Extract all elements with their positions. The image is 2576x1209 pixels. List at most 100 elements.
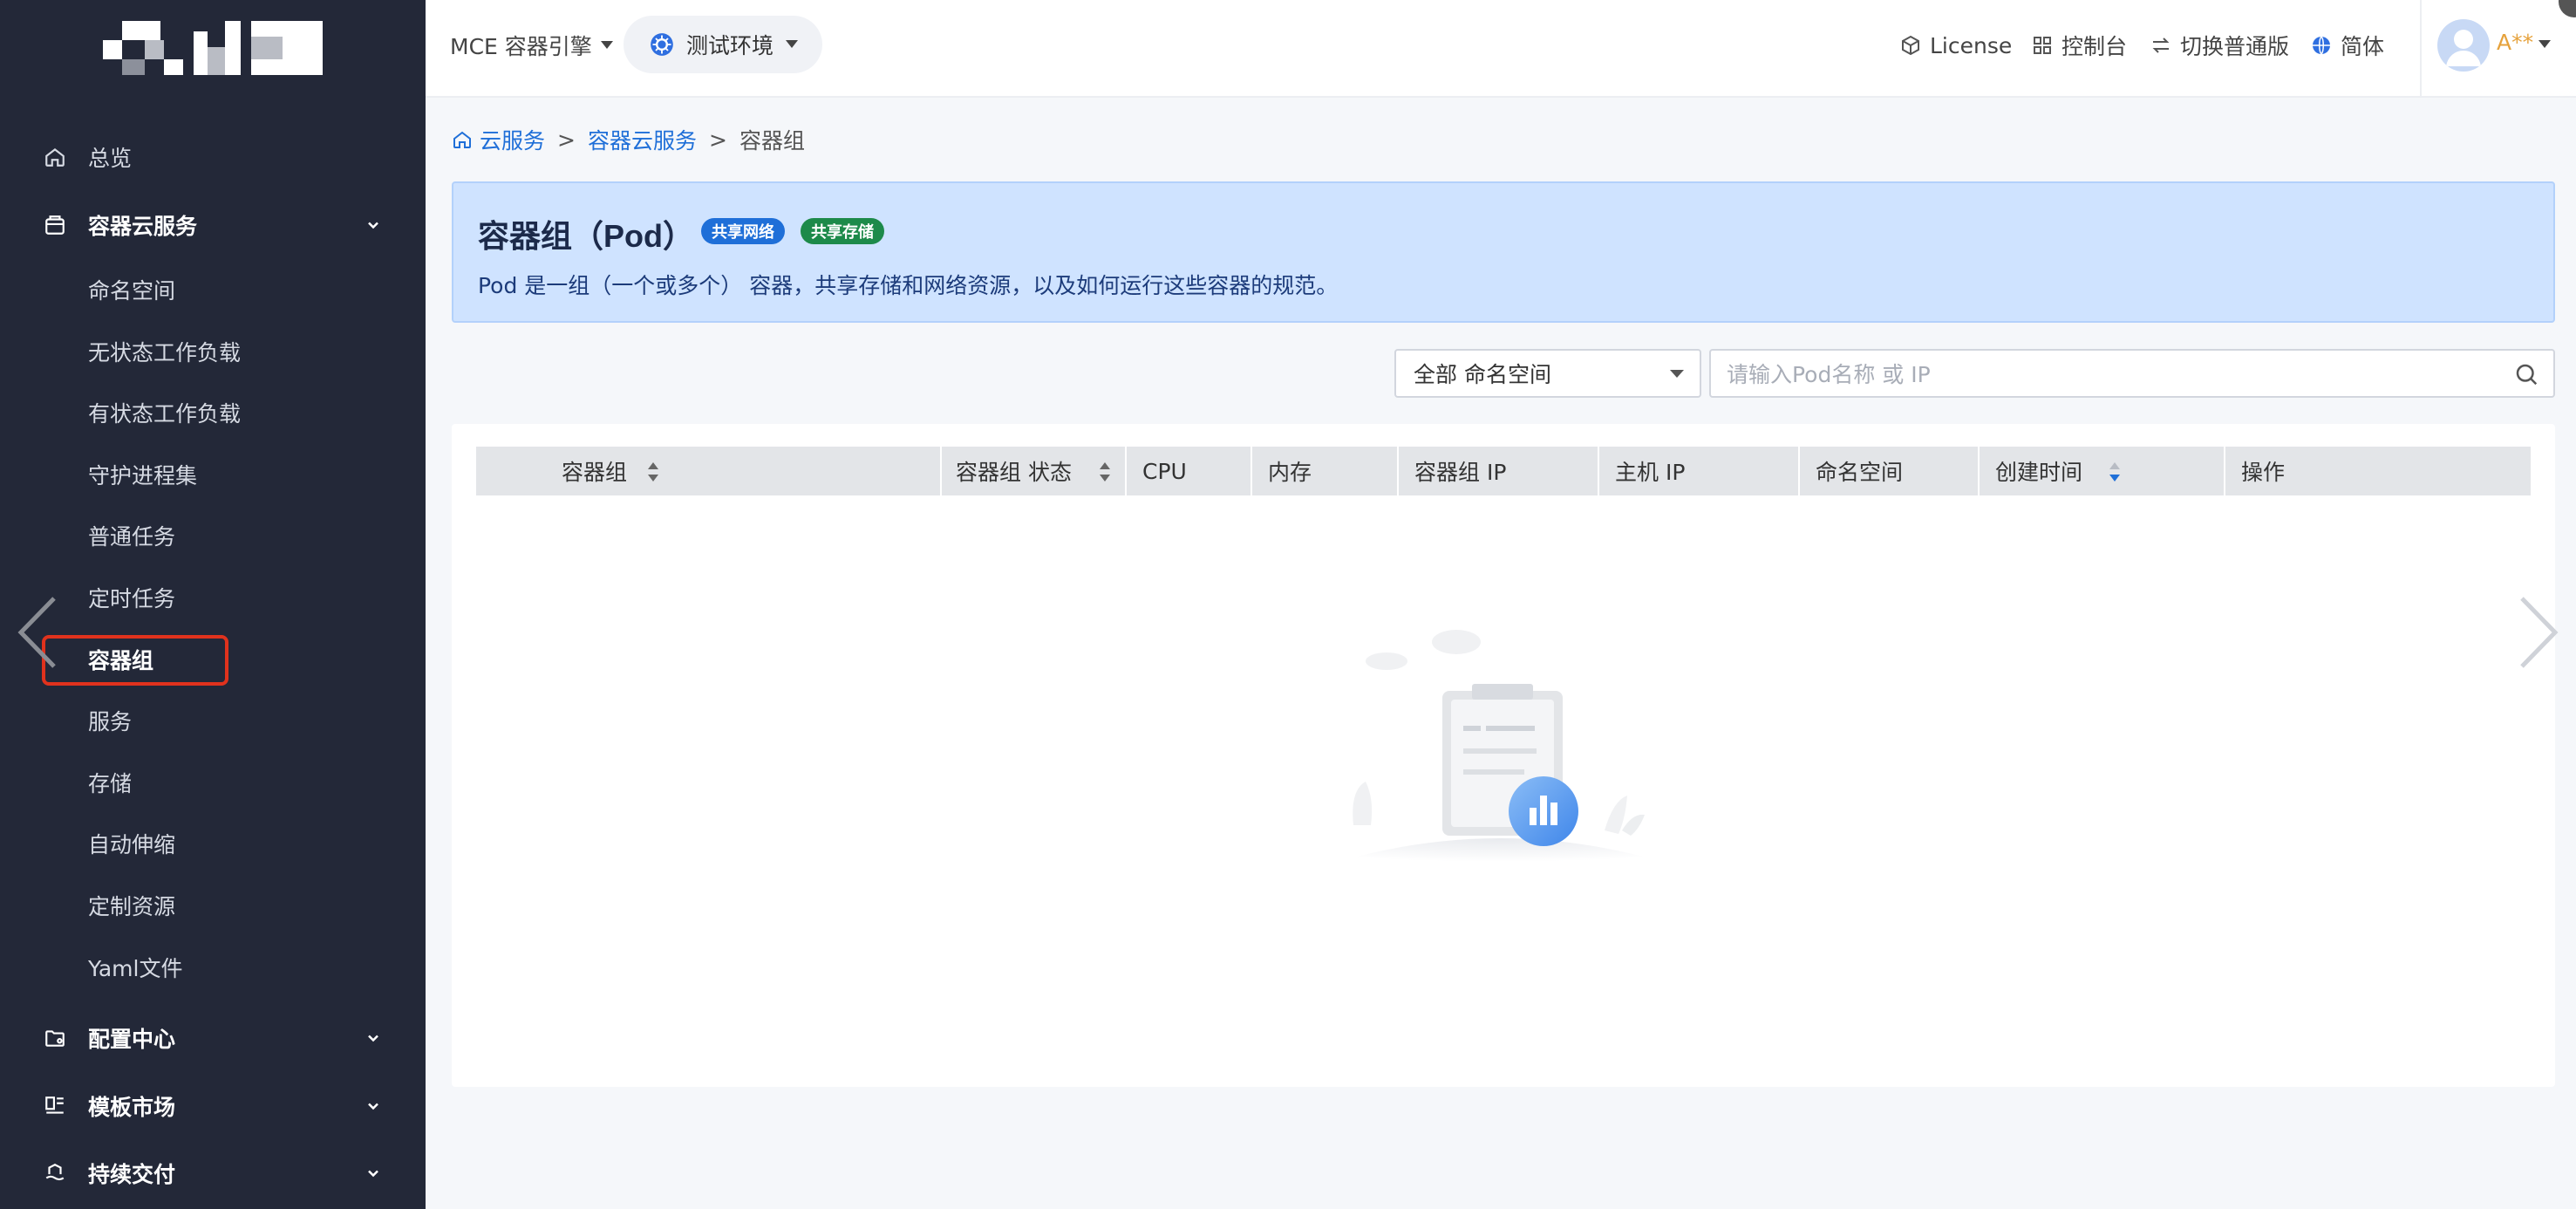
home-icon bbox=[453, 131, 471, 148]
swap-icon bbox=[2152, 38, 2170, 53]
tag-shared-network: 共享网络 bbox=[701, 218, 785, 244]
sidebar-item-label: 容器云服务 bbox=[88, 214, 198, 239]
sidebar-item-label: 持续交付 bbox=[88, 1162, 176, 1187]
column-header-cpu: CPU bbox=[1127, 447, 1252, 495]
close-icon[interactable] bbox=[2559, 0, 2576, 17]
info-banner: 容器组（Pod） 共享网络 共享存储 Pod 是一组（一个或多个） 容器，共享存… bbox=[452, 181, 2555, 323]
sidebar-item-template-market[interactable]: 模板市场 bbox=[0, 1080, 426, 1132]
empty-state-illustration bbox=[1273, 625, 1727, 886]
namespace-select-value: 全部 命名空间 bbox=[1414, 362, 1551, 387]
breadcrumb-separator: > bbox=[557, 126, 576, 153]
chevron-right-icon[interactable] bbox=[2515, 593, 2564, 672]
sidebar-item-continuous-delivery[interactable]: 持续交付 bbox=[0, 1147, 426, 1199]
environment-dropdown[interactable]: 测试环境 bbox=[624, 16, 822, 73]
sort-icon[interactable] bbox=[2109, 461, 2121, 483]
switch-version-link[interactable]: 切换普通版 bbox=[2150, 26, 2289, 65]
caret-down-icon bbox=[1670, 370, 1684, 378]
language-switch[interactable]: 简体 bbox=[2311, 26, 2384, 65]
box-icon bbox=[42, 212, 68, 238]
sidebar-item-container-cloud[interactable]: 容器云服务 bbox=[0, 199, 426, 251]
column-header-actions: 操作 bbox=[2241, 460, 2286, 485]
banner-description: Pod 是一组（一个或多个） 容器，共享存储和网络资源，以及如何运行这些容器的规… bbox=[478, 273, 1339, 298]
sort-icon[interactable] bbox=[647, 461, 659, 483]
user-name: A** bbox=[2497, 30, 2534, 55]
tag-shared-storage: 共享存储 bbox=[801, 218, 884, 244]
sidebar-item-cronjobs[interactable]: 定时任务 bbox=[0, 571, 426, 624]
grid-icon bbox=[2034, 37, 2051, 54]
chevron-down-icon bbox=[363, 1096, 384, 1117]
breadcrumb-current: 容器组 bbox=[739, 128, 805, 154]
sidebar-item-label: 有状态工作负载 bbox=[88, 401, 242, 427]
sidebar-item-label: 配置中心 bbox=[88, 1027, 176, 1052]
sidebar-item-label: 普通任务 bbox=[88, 524, 176, 550]
chevron-down-icon bbox=[363, 1163, 384, 1184]
sidebar-item-label: Yaml文件 bbox=[88, 956, 183, 981]
top-header: MCE 容器引擎 测试环境 License 控制台 切换普通版 简体 A** bbox=[426, 0, 2576, 98]
sidebar-item-label: 定制资源 bbox=[88, 894, 176, 919]
sidebar-item-daemonsets[interactable]: 守护进程集 bbox=[0, 448, 426, 501]
namespace-select[interactable]: 全部 命名空间 bbox=[1394, 349, 1701, 398]
sidebar-item-namespace[interactable]: 命名空间 bbox=[0, 263, 426, 316]
breadcrumb-separator: > bbox=[708, 126, 727, 153]
sort-icon[interactable] bbox=[1099, 461, 1111, 483]
breadcrumb-cloud-services[interactable]: 云服务 bbox=[480, 124, 545, 155]
switch-version-label: 切换普通版 bbox=[2180, 34, 2290, 59]
language-label: 简体 bbox=[2341, 34, 2385, 59]
sidebar-item-label: 模板市场 bbox=[88, 1095, 176, 1120]
caret-down-icon bbox=[786, 40, 799, 48]
column-header-created-time[interactable]: 创建时间 bbox=[1980, 447, 2225, 495]
sidebar-item-label: 存储 bbox=[88, 771, 133, 796]
sidebar-item-statefulsets[interactable]: 有状态工作负载 bbox=[0, 386, 426, 439]
sidebar-item-storage[interactable]: 存储 bbox=[0, 756, 426, 809]
sidebar-item-label: 容器组 bbox=[88, 648, 154, 673]
delivery-icon bbox=[42, 1160, 68, 1186]
sidebar-item-label: 守护进程集 bbox=[88, 463, 198, 488]
sidebar-item-custom-resources[interactable]: 定制资源 bbox=[0, 879, 426, 932]
kubernetes-icon bbox=[651, 33, 673, 56]
sidebar-item-overview[interactable]: 总览 bbox=[0, 131, 426, 183]
sidebar: 总览 容器云服务 命名空间 无状态工作负载 有状态工作负载 守护进程集 普通任务… bbox=[0, 0, 426, 1209]
chevron-left-icon[interactable] bbox=[12, 593, 61, 672]
column-header-pod-status[interactable]: 容器组 状态 bbox=[942, 447, 1127, 495]
sidebar-item-label: 定时任务 bbox=[88, 586, 176, 611]
user-menu[interactable]: A** bbox=[2420, 0, 2576, 98]
sidebar-item-pods[interactable]: 容器组 bbox=[0, 633, 426, 686]
column-header-namespace: 命名空间 bbox=[1800, 447, 1980, 495]
sidebar-item-label: 命名空间 bbox=[88, 278, 176, 304]
caret-down-icon bbox=[600, 41, 613, 49]
license-link[interactable]: License bbox=[1900, 26, 2012, 65]
cube-icon bbox=[1902, 35, 1919, 56]
page-title: 容器组（Pod） bbox=[478, 218, 694, 254]
column-header-memory: 内存 bbox=[1252, 447, 1399, 495]
column-header-host-ip: 主机 IP bbox=[1599, 447, 1800, 495]
sidebar-item-jobs[interactable]: 普通任务 bbox=[0, 509, 426, 562]
chevron-down-icon bbox=[363, 1028, 384, 1048]
folder-settings-icon bbox=[42, 1025, 68, 1051]
breadcrumb-container-cloud[interactable]: 容器云服务 bbox=[588, 124, 697, 155]
search-input[interactable] bbox=[1727, 358, 2494, 391]
sidebar-item-label: 服务 bbox=[88, 709, 133, 734]
table-header: 容器组 容器组 状态 CPU 内存 容器组 IP 主机 IP 命名空间 创建时间… bbox=[476, 447, 2531, 495]
caret-down-icon bbox=[2539, 40, 2551, 48]
chevron-down-icon bbox=[363, 215, 384, 236]
sidebar-item-services[interactable]: 服务 bbox=[0, 694, 426, 747]
engine-label: MCE 容器引擎 bbox=[450, 34, 592, 59]
search-box[interactable] bbox=[1709, 349, 2555, 398]
sidebar-item-label: 自动伸缩 bbox=[88, 832, 176, 857]
search-icon[interactable] bbox=[2513, 361, 2539, 387]
sidebar-item-label: 总览 bbox=[88, 146, 133, 171]
sidebar-item-autoscaling[interactable]: 自动伸缩 bbox=[0, 817, 426, 870]
engine-dropdown[interactable]: MCE 容器引擎 bbox=[450, 26, 613, 65]
column-header-pod[interactable]: 容器组 bbox=[476, 447, 942, 495]
sidebar-item-yaml[interactable]: Yaml文件 bbox=[0, 941, 426, 994]
logo bbox=[103, 21, 323, 75]
avatar bbox=[2437, 19, 2490, 72]
sidebar-item-label: 无状态工作负载 bbox=[88, 340, 242, 365]
globe-icon bbox=[2313, 36, 2330, 55]
console-link[interactable]: 控制台 bbox=[2032, 26, 2127, 65]
sidebar-item-deployments[interactable]: 无状态工作负载 bbox=[0, 325, 426, 378]
template-icon bbox=[42, 1093, 68, 1119]
breadcrumb: 云服务 > 容器云服务 > 容器组 bbox=[452, 122, 805, 157]
sidebar-item-config-center[interactable]: 配置中心 bbox=[0, 1012, 426, 1064]
column-header-pod-ip: 容器组 IP bbox=[1399, 447, 1599, 495]
